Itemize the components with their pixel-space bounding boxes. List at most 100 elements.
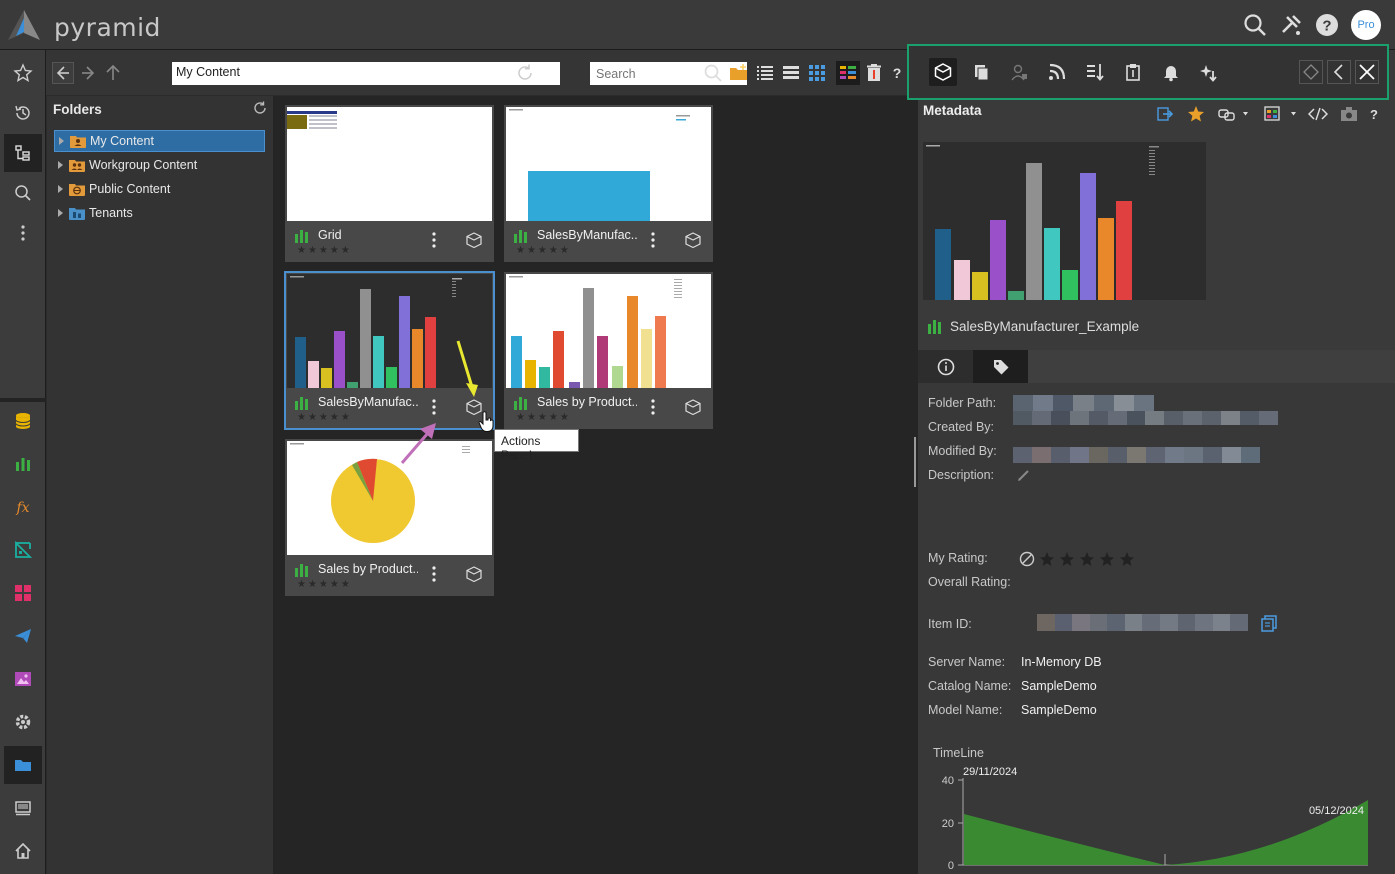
desktop-icon[interactable] xyxy=(4,789,42,827)
tree-item-public-content[interactable]: Public Content xyxy=(54,178,265,200)
discover-icon[interactable] xyxy=(4,445,42,483)
card-thumbnail xyxy=(506,107,711,221)
history-icon[interactable] xyxy=(4,94,42,132)
tiles-view-icon[interactable] xyxy=(806,62,828,84)
embed-code-icon[interactable] xyxy=(1308,105,1328,123)
gallery-icon[interactable] xyxy=(4,660,42,698)
metadata-cube-icon[interactable] xyxy=(929,58,957,86)
expand-caret-icon[interactable] xyxy=(58,161,63,169)
discover-chart-icon xyxy=(514,397,527,410)
folders-panel: Folders My Content Workgroup Content Pub… xyxy=(47,96,273,874)
thumbnail-view-icon[interactable] xyxy=(836,61,860,85)
publish-icon[interactable] xyxy=(4,617,42,655)
close-icon[interactable] xyxy=(1355,60,1379,84)
content-card-salesbymanufac-1[interactable]: SalesByManufac... ★★★★★ xyxy=(504,105,713,262)
modified-by-label: Modified By: xyxy=(928,444,997,458)
search-nav-icon[interactable] xyxy=(4,174,42,212)
illustrate-icon[interactable] xyxy=(4,531,42,569)
link-dropdown-icon[interactable] xyxy=(1218,105,1248,123)
card-rating-stars: ★★★★★ xyxy=(297,245,352,256)
actions-panel-icon[interactable] xyxy=(684,398,702,416)
description-label: Description: xyxy=(928,468,994,482)
timeline-y-tick-label: 0 xyxy=(948,860,954,872)
rating-stars-icon[interactable] xyxy=(1037,551,1137,567)
pin-diamond-icon[interactable] xyxy=(1299,60,1323,84)
discover-chart-icon xyxy=(514,230,527,243)
pyramid-logo-icon xyxy=(8,10,40,40)
svg-text:?: ? xyxy=(1322,18,1331,35)
tab-tags[interactable] xyxy=(973,350,1028,383)
tree-item-workgroup-content[interactable]: Workgroup Content xyxy=(54,154,265,176)
clear-rating-icon[interactable] xyxy=(1019,551,1035,567)
present-icon[interactable] xyxy=(4,574,42,612)
help-small-icon[interactable]: ? xyxy=(886,62,908,84)
svg-text:?: ? xyxy=(1370,107,1378,122)
metadata-title: Metadata xyxy=(923,103,982,118)
tools-icon[interactable] xyxy=(1278,12,1304,38)
left-nav: fx xyxy=(0,50,46,874)
alert-bell-icon[interactable] xyxy=(1157,58,1185,86)
favorite-star-icon[interactable] xyxy=(1187,105,1205,123)
path-input[interactable]: My Content xyxy=(172,62,560,85)
rss-icon[interactable] xyxy=(1043,58,1071,86)
list-view-icon[interactable] xyxy=(754,62,776,84)
card-rating-stars: ★★★★★ xyxy=(297,579,352,590)
copy-icon[interactable] xyxy=(967,58,995,86)
ai-sparkle-icon[interactable] xyxy=(1195,58,1223,86)
up-icon[interactable] xyxy=(102,62,124,84)
expand-caret-icon[interactable] xyxy=(58,209,63,217)
card-menu-icon[interactable] xyxy=(430,565,438,583)
card-name: SalesByManufac... xyxy=(537,228,637,242)
edit-pencil-icon[interactable] xyxy=(1017,468,1031,482)
open-external-icon[interactable] xyxy=(1156,105,1174,123)
help-icon[interactable]: ? xyxy=(1314,12,1340,38)
clipboard-icon[interactable] xyxy=(1119,58,1147,86)
timeline-start-date: 29/11/2024 xyxy=(963,766,1017,778)
actions-panel-icon[interactable] xyxy=(465,231,483,249)
content-tree-icon[interactable] xyxy=(4,134,42,172)
data-checklist-dropdown-icon[interactable] xyxy=(1264,105,1298,123)
svg-text:?: ? xyxy=(893,65,902,81)
app-name: pyramid xyxy=(54,13,161,42)
workgroup-folder-icon xyxy=(69,160,85,172)
copy-id-icon[interactable] xyxy=(1260,614,1278,632)
sort-properties-icon[interactable] xyxy=(1081,58,1109,86)
data-source-icon[interactable] xyxy=(4,402,42,440)
search-icon[interactable] xyxy=(1242,12,1268,38)
search-button-icon[interactable] xyxy=(702,62,724,84)
actions-panel-icon[interactable] xyxy=(684,231,702,249)
expand-caret-icon[interactable] xyxy=(58,185,63,193)
content-manager-icon[interactable] xyxy=(4,746,42,784)
forward-icon[interactable] xyxy=(77,62,99,84)
tree-item-tenants[interactable]: Tenants xyxy=(54,202,265,224)
details-view-icon[interactable] xyxy=(780,62,802,84)
avatar[interactable]: Pro xyxy=(1351,10,1381,40)
annotation-arrows xyxy=(400,340,478,464)
new-folder-icon[interactable] xyxy=(728,62,750,84)
card-menu-icon[interactable] xyxy=(430,231,438,249)
expand-caret-icon[interactable] xyxy=(59,137,64,145)
collapse-left-icon[interactable] xyxy=(1327,60,1351,84)
refresh-icon[interactable] xyxy=(514,62,536,84)
tree-item-my-content[interactable]: My Content xyxy=(54,130,265,152)
help-metadata-icon[interactable]: ? xyxy=(1367,105,1381,123)
back-icon[interactable] xyxy=(52,62,74,84)
screenshot-icon[interactable] xyxy=(1340,105,1358,123)
card-menu-icon[interactable] xyxy=(649,231,657,249)
card-menu-icon[interactable] xyxy=(649,398,657,416)
home-icon[interactable] xyxy=(4,832,42,870)
settings-icon[interactable] xyxy=(4,703,42,741)
more-icon[interactable] xyxy=(4,214,42,252)
tab-info[interactable] xyxy=(918,350,973,383)
panel-resize-handle[interactable] xyxy=(914,437,916,487)
favorites-icon[interactable] xyxy=(4,54,42,92)
my-rating-stars[interactable] xyxy=(1019,551,1137,567)
formulate-icon[interactable]: fx xyxy=(4,488,42,526)
refresh-folders-icon[interactable] xyxy=(253,101,267,115)
pyramid-logo[interactable]: pyramid xyxy=(4,8,160,42)
card-thumbnail xyxy=(506,274,711,388)
content-card-grid[interactable]: Grid ★★★★★ xyxy=(285,105,494,262)
content-card-sales-by-product-1[interactable]: Sales by Product... ★★★★★ xyxy=(504,272,713,429)
recycle-bin-icon[interactable] xyxy=(863,62,885,84)
actions-panel-icon[interactable] xyxy=(465,565,483,583)
